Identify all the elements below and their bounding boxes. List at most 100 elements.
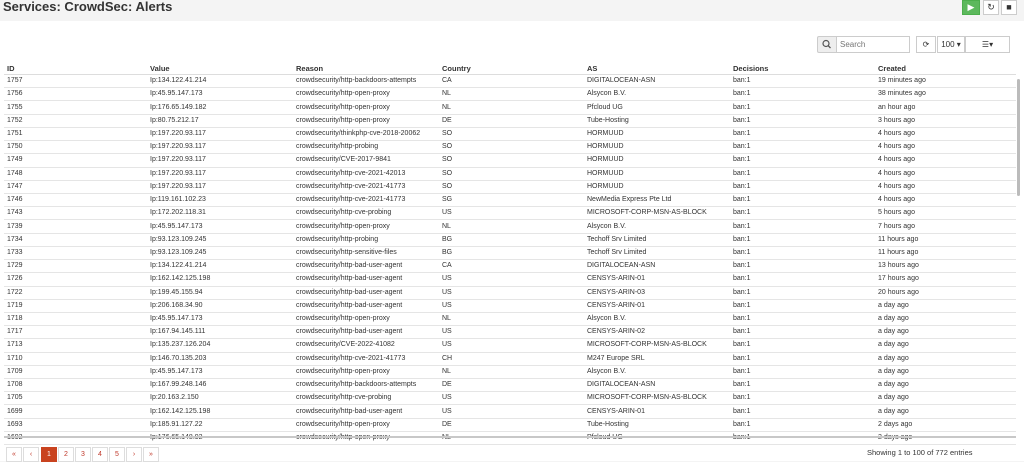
- column-header-id[interactable]: ID: [4, 62, 147, 75]
- cell-reason: crowdsecurity/http-bad-user-agent: [293, 272, 439, 287]
- cell-value: Ip:197.220.93.117: [147, 127, 293, 142]
- table-row[interactable]: 1692Ip:176.65.148.92crowdsecurity/http-o…: [4, 431, 1016, 446]
- page-first-button[interactable]: «: [6, 447, 22, 462]
- column-header-reason[interactable]: Reason: [293, 62, 439, 75]
- table-row[interactable]: 1743 Ip:172.202.118.31 crowdsecurity/http-…: [4, 206, 1016, 221]
- cell-as: HORMUUD: [584, 127, 730, 142]
- table-row[interactable]: 1751 Ip:197.220.93.117 crowdsecurity/think…: [4, 127, 1016, 142]
- cell-value: Ip:197.220.93.117: [147, 140, 293, 155]
- cell-reason: crowdsecurity/http-open-proxy: [293, 365, 439, 380]
- column-header-value[interactable]: Value: [147, 62, 293, 75]
- horizontal-scrollbar[interactable]: [4, 436, 1016, 438]
- table-row[interactable]: 1748 Ip:197.220.93.117 crowdsecurity/http-…: [4, 167, 1016, 181]
- cell-reason: crowdsecurity/http-sensitive-files: [293, 246, 439, 261]
- cell-decisions: ban:1: [730, 167, 875, 181]
- column-header-as[interactable]: AS: [584, 62, 730, 75]
- table-row[interactable]: 1756 Ip:45.95.147.173 crowdsecurity/http-o…: [4, 87, 1016, 102]
- table-row[interactable]: 1717 Ip:167.94.145.111 crowdsecurity/http-…: [4, 325, 1016, 340]
- table-row[interactable]: 1749 Ip:197.220.93.117 crowdsecurity/CVE-2…: [4, 153, 1016, 168]
- table-row[interactable]: 1710 Ip:146.70.135.203 crowdsecurity/http-…: [4, 352, 1016, 366]
- cell-country: US: [439, 272, 584, 287]
- cell-created: 7 hours ago: [875, 219, 1016, 234]
- refresh-button[interactable]: ⟳: [916, 36, 936, 53]
- table-row[interactable]: 1746 Ip:119.161.102.23 crowdsecurity/http-…: [4, 193, 1016, 208]
- cell-as: Techoff Srv Limited: [584, 246, 730, 261]
- table-row[interactable]: 1699 Ip:162.142.125.198 crowdsecurity/http…: [4, 404, 1016, 419]
- cell-id: 1709: [4, 365, 147, 380]
- cell-id: 1705: [4, 391, 147, 406]
- column-selector-dropdown[interactable]: ☰▾: [965, 36, 1010, 53]
- cell-value: Ip:199.45.155.94: [147, 286, 293, 300]
- cell-id: 1750: [4, 140, 147, 155]
- cell-as: MICROSOFT-CORP-MSN-AS-BLOCK: [584, 338, 730, 353]
- table-row[interactable]: 1729 Ip:134.122.41.214 crowdsecurity/http-…: [4, 259, 1016, 274]
- alerts-table: ID Value Reason Country AS Decisions Cre…: [4, 62, 1016, 446]
- search-input[interactable]: [836, 36, 910, 53]
- alerts-table-body: 1757 Ip:134.122.41.214 crowdsecurity/http-…: [4, 74, 1016, 446]
- cell-id: 1708: [4, 378, 147, 393]
- cell-as: CENSYS-ARIN-02: [584, 325, 730, 340]
- cell-id: 1699: [4, 404, 147, 419]
- page-4-button[interactable]: 4: [92, 447, 108, 462]
- page-size-dropdown[interactable]: 100 ▾: [937, 36, 965, 53]
- search-icon: [822, 39, 831, 49]
- cell-reason: crowdsecurity/http-bad-user-agent: [293, 404, 439, 419]
- table-row[interactable]: 1719 Ip:206.168.34.90 crowdsecurity/http-b…: [4, 299, 1016, 313]
- cell-id: 1751: [4, 127, 147, 142]
- table-row[interactable]: 1718 Ip:45.95.147.173 crowdsecurity/http-o…: [4, 312, 1016, 327]
- cell-decisions: ban:1: [730, 404, 875, 419]
- table-header-row: ID Value Reason Country AS Decisions Cre…: [4, 62, 1016, 75]
- table-row[interactable]: 1750 Ip:197.220.93.117 crowdsecurity/http-…: [4, 140, 1016, 155]
- page-5-button[interactable]: 5: [109, 447, 125, 462]
- table-row[interactable]: 1747 Ip:197.220.93.117 crowdsecurity/http-…: [4, 180, 1016, 194]
- cell-as: Alsycon B.V.: [584, 365, 730, 380]
- cell-as: NewMedia Express Pte Ltd: [584, 193, 730, 208]
- cell-reason: crowdsecurity/http-bad-user-agent: [293, 286, 439, 300]
- table-row[interactable]: 1713 Ip:135.237.126.204 crowdsecurity/CVE-…: [4, 338, 1016, 353]
- cell-as: DIGITALOCEAN-ASN: [584, 74, 730, 89]
- cell-reason: crowdsecurity/http-open-proxy: [293, 418, 439, 432]
- cell-decisions: ban:1: [730, 365, 875, 380]
- cell-country: CH: [439, 352, 584, 366]
- table-row[interactable]: 1733 Ip:93.123.109.245 crowdsecurity/http-…: [4, 246, 1016, 261]
- page-3-button[interactable]: 3: [75, 447, 91, 462]
- page-1-button[interactable]: 1: [41, 447, 57, 462]
- page-next-button[interactable]: ›: [126, 447, 142, 462]
- cell-decisions: ban:1: [730, 114, 875, 128]
- cell-reason: crowdsecurity/http-cve-2021-41773: [293, 180, 439, 194]
- cell-id: 1748: [4, 167, 147, 181]
- column-header-decisions[interactable]: Decisions: [730, 62, 875, 75]
- stop-icon: ■: [1006, 2, 1012, 12]
- cell-reason: crowdsecurity/http-backdoors-attempts: [293, 74, 439, 89]
- table-row[interactable]: 1726 Ip:162.142.125.198 crowdsecurity/http…: [4, 272, 1016, 287]
- column-header-created[interactable]: Created: [875, 62, 1016, 75]
- table-row[interactable]: 1739 Ip:45.95.147.173 crowdsecurity/http-o…: [4, 219, 1016, 234]
- column-header-country[interactable]: Country: [439, 62, 584, 75]
- page-2-button[interactable]: 2: [58, 447, 74, 462]
- alerts-panel: ⟳ 100 ▾ ☰▾ ID Value Reason Country AS De…: [0, 21, 1024, 462]
- cell-decisions: ban:1: [730, 206, 875, 221]
- stop-service-button[interactable]: ■: [1001, 0, 1017, 15]
- table-row[interactable]: 1755 Ip:176.65.149.182 crowdsecurity/http-…: [4, 100, 1016, 115]
- page-last-button[interactable]: »: [143, 447, 159, 462]
- cell-created: 11 hours ago: [875, 233, 1016, 247]
- cell-reason: crowdsecurity/http-cve-2021-41773: [293, 352, 439, 366]
- page-prev-button[interactable]: ‹: [23, 447, 39, 462]
- table-row[interactable]: 1722 Ip:199.45.155.94 crowdsecurity/http-b…: [4, 286, 1016, 300]
- vertical-scrollbar[interactable]: [1017, 79, 1020, 196]
- cell-id: 1722: [4, 286, 147, 300]
- table-row[interactable]: 1709 Ip:45.95.147.173 crowdsecurity/http-o…: [4, 365, 1016, 380]
- restart-service-button[interactable]: ↻: [983, 0, 999, 15]
- table-row[interactable]: 1752 Ip:80.75.212.17 crowdsecurity/http-op…: [4, 114, 1016, 128]
- cell-reason: crowdsecurity/http-cve-2021-41773: [293, 193, 439, 208]
- table-row[interactable]: 1705 Ip:20.163.2.150 crowdsecurity/http-cv…: [4, 391, 1016, 406]
- cell-id: 1710: [4, 352, 147, 366]
- table-row[interactable]: 1757 Ip:134.122.41.214 crowdsecurity/http-…: [4, 74, 1016, 89]
- cell-value: Ip:134.122.41.214: [147, 259, 293, 274]
- cell-country: CA: [439, 74, 584, 89]
- start-service-button[interactable]: ▶: [962, 0, 980, 15]
- table-row[interactable]: 1734 Ip:93.123.109.245 crowdsecurity/http-…: [4, 233, 1016, 247]
- cell-created: 11 hours ago: [875, 246, 1016, 261]
- table-row[interactable]: 1708 Ip:167.99.248.146 crowdsecurity/http-…: [4, 378, 1016, 393]
- table-row[interactable]: 1693 Ip:185.91.127.22 crowdsecurity/http-o…: [4, 418, 1016, 432]
